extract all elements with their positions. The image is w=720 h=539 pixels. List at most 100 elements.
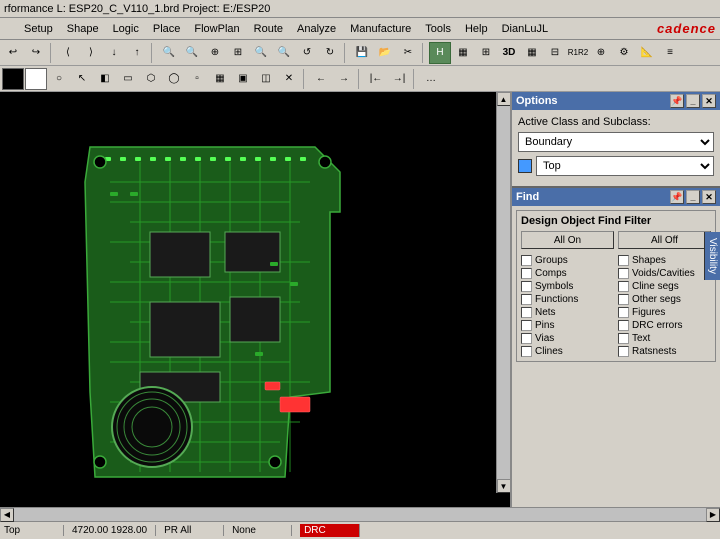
scroll-track-v[interactable] (499, 106, 509, 479)
cb-othersegs-box[interactable] (618, 294, 629, 305)
cb-clinesegs-box[interactable] (618, 281, 629, 292)
cb-symbols-label: Symbols (535, 281, 573, 292)
cb-nets-box[interactable] (521, 307, 532, 318)
tb-down[interactable]: ↓ (103, 42, 125, 64)
scroll-down-btn[interactable]: ▼ (497, 479, 511, 493)
tb2-x[interactable]: ✕ (278, 68, 300, 90)
menu-help[interactable]: Help (459, 21, 494, 37)
tb2-half[interactable]: ◧ (94, 68, 116, 90)
tb-highlight[interactable]: H (429, 42, 451, 64)
find-close-btn[interactable]: ✕ (702, 190, 716, 204)
tb-extra1[interactable]: ▦ (521, 42, 543, 64)
menu-tools[interactable]: Tools (419, 21, 457, 37)
find-title-bar: Find 📌 _ ✕ (512, 188, 720, 206)
tb-grid[interactable]: ⊞ (475, 42, 497, 64)
tb2-sm[interactable]: ▫ (186, 68, 208, 90)
tb2-left[interactable]: ← (310, 68, 332, 90)
tb-extra4[interactable]: ⊕ (590, 42, 612, 64)
cb-functions-box[interactable] (521, 294, 532, 305)
find-min-btn[interactable]: _ (686, 190, 700, 204)
tb-end[interactable]: ≡ (659, 42, 681, 64)
visibility-tab[interactable]: Visibility (704, 232, 720, 280)
scroll-right-btn[interactable]: ▶ (706, 508, 720, 522)
tb2-rect[interactable]: ▭ (117, 68, 139, 90)
options-pin-btn[interactable]: 📌 (670, 94, 684, 108)
pcb-canvas[interactable]: ▲ ▼ (0, 92, 510, 507)
cb-ratsnests-label: Ratsnests (632, 346, 676, 357)
tb2-snap2[interactable]: →| (388, 68, 410, 90)
tb-zoom-3[interactable]: 🔍 (273, 42, 295, 64)
tb2-oval[interactable]: ◯ (163, 68, 185, 90)
cb-pins-box[interactable] (521, 320, 532, 331)
menu-setup[interactable]: Setup (18, 21, 59, 37)
all-on-btn[interactable]: All On (521, 231, 614, 249)
tb2-more[interactable]: … (420, 68, 442, 90)
tb-redo[interactable]: ↪ (25, 42, 47, 64)
cb-ratsnests-box[interactable] (618, 346, 629, 357)
tb2-white[interactable] (25, 68, 47, 90)
tb-undo[interactable]: ↩ (2, 42, 24, 64)
options-min-btn[interactable]: _ (686, 94, 700, 108)
tb-zoom-in[interactable]: 🔍 (158, 42, 180, 64)
tb2-right[interactable]: → (333, 68, 355, 90)
tb-measure[interactable]: 📐 (636, 42, 658, 64)
menu-analyze[interactable]: Analyze (291, 21, 342, 37)
color-swatch (518, 159, 532, 173)
options-close-btn[interactable]: ✕ (702, 94, 716, 108)
tb2-black[interactable] (2, 68, 24, 90)
cb-clines-box[interactable] (521, 346, 532, 357)
cb-vias-box[interactable] (521, 333, 532, 344)
cb-drc-box[interactable] (618, 320, 629, 331)
tb-up[interactable]: ↑ (126, 42, 148, 64)
tb-rotate-cw[interactable]: ↻ (319, 42, 341, 64)
tb-prev[interactable]: ⟨ (57, 42, 79, 64)
tb-zoom-fit[interactable]: ⊕ (204, 42, 226, 64)
tb2-half2[interactable]: ◫ (255, 68, 277, 90)
cb-figures-box[interactable] (618, 307, 629, 318)
find-pin-btn[interactable]: 📌 (670, 190, 684, 204)
subclass-select[interactable]: Top Bottom Inner1 Inner2 (536, 156, 714, 176)
tb2-grid2[interactable]: ▦ (209, 68, 231, 90)
menu-shape[interactable]: Shape (61, 21, 105, 37)
menu-place[interactable]: Place (147, 21, 187, 37)
tb-save[interactable]: 💾 (351, 42, 373, 64)
tb-settings[interactable]: ⚙ (613, 42, 635, 64)
tb2-square[interactable]: ▣ (232, 68, 254, 90)
scroll-track-h[interactable] (14, 510, 706, 520)
tb2-circle[interactable]: ○ (48, 68, 70, 90)
menu-file[interactable] (4, 27, 16, 31)
tb-select[interactable]: ▦ (452, 42, 474, 64)
boundary-select[interactable]: Boundary Top Bottom Inner1 Inner2 (518, 132, 714, 152)
menu-manufacture[interactable]: Manufacture (344, 21, 417, 37)
horizontal-scrollbar[interactable]: ◀ ▶ (0, 507, 720, 521)
cb-comps-box[interactable] (521, 268, 532, 279)
brand-logo: cadence (657, 21, 716, 36)
tb-open[interactable]: 📂 (374, 42, 396, 64)
menu-logic[interactable]: Logic (107, 21, 145, 37)
tb2-snap1[interactable]: |← (365, 68, 387, 90)
tb-extra2[interactable]: ⊟ (544, 42, 566, 64)
cb-groups-box[interactable] (521, 255, 532, 266)
scroll-left-btn[interactable]: ◀ (0, 508, 14, 522)
vertical-scrollbar[interactable]: ▲ ▼ (496, 92, 510, 493)
cb-voids-box[interactable] (618, 268, 629, 279)
tb-zoom-selection[interactable]: ⊞ (227, 42, 249, 64)
menu-dianlujl[interactable]: DianLuJL (496, 21, 554, 37)
tb2-hex[interactable]: ⬡ (140, 68, 162, 90)
tb-zoom-2[interactable]: 🔍 (250, 42, 272, 64)
menu-route[interactable]: Route (248, 21, 289, 37)
cb-nets-label: Nets (535, 307, 556, 318)
menu-flowplan[interactable]: FlowPlan (188, 21, 245, 37)
scroll-up-btn[interactable]: ▲ (497, 92, 511, 106)
cb-shapes-box[interactable] (618, 255, 629, 266)
tb-extra3[interactable]: R1R2 (567, 42, 589, 64)
cb-text-box[interactable] (618, 333, 629, 344)
tb-next[interactable]: ⟩ (80, 42, 102, 64)
tb-3d[interactable]: 3D (498, 42, 520, 64)
tb-cut[interactable]: ✂ (397, 42, 419, 64)
tb-rotate-ccw[interactable]: ↺ (296, 42, 318, 64)
tb2-arrow[interactable]: ↖ (71, 68, 93, 90)
tb-zoom-out[interactable]: 🔍 (181, 42, 203, 64)
all-off-btn[interactable]: All Off (618, 231, 711, 249)
cb-symbols-box[interactable] (521, 281, 532, 292)
